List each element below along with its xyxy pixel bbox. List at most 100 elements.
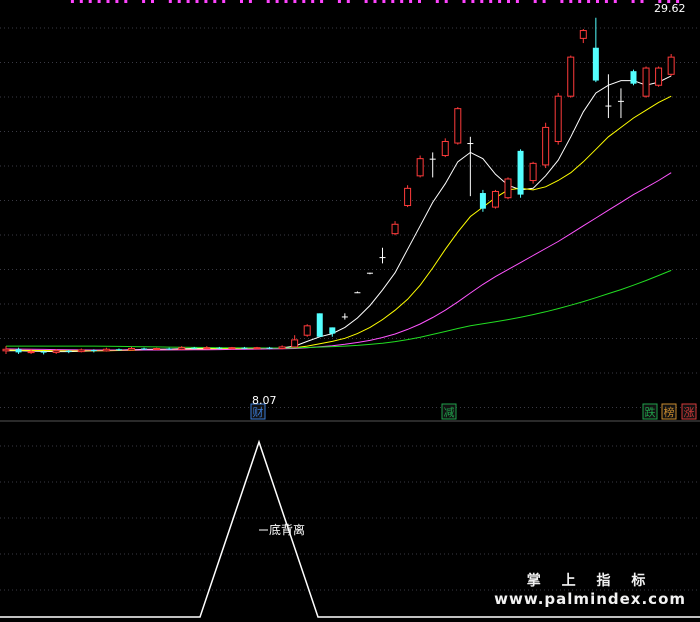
top-signal-mark: [302, 0, 306, 3]
candle-body: [291, 339, 299, 348]
ma-line: [5, 172, 672, 351]
candle-body: [491, 190, 499, 208]
top-signal-mark: [613, 0, 617, 3]
top-signal-mark: [222, 0, 226, 3]
candle-body: [253, 347, 261, 350]
top-signal-mark: [542, 0, 546, 3]
top-signal-mark: [533, 0, 537, 3]
top-signal-mark: [97, 0, 101, 3]
event-markers: 财 减 跌榜涨: [250, 403, 697, 420]
moving-average-lines: [5, 75, 672, 353]
top-signal-mark: [240, 0, 243, 3]
candle-body: [404, 187, 412, 207]
top-signal-mark: [88, 0, 92, 3]
candle-body: [592, 47, 599, 81]
candle-body: [341, 316, 348, 318]
candle-body: [102, 348, 110, 352]
candle-body: [153, 347, 161, 350]
top-signal-mark: [480, 0, 484, 3]
top-signal-mark: [515, 0, 519, 3]
candle-body: [354, 292, 361, 294]
candle-body: [329, 327, 336, 334]
event-marker-label: 跌: [645, 405, 656, 419]
top-signal-mark: [391, 0, 395, 3]
top-signal-mark: [462, 0, 466, 3]
candle-body: [77, 349, 85, 353]
top-signal-mark: [560, 0, 564, 3]
candle-body: [27, 351, 35, 354]
top-signal-mark: [409, 0, 413, 3]
top-signal-mark: [248, 0, 252, 3]
candle-body: [278, 346, 286, 349]
top-signal-mark: [364, 0, 368, 3]
candle-body: [379, 257, 386, 259]
top-signal-mark: [275, 0, 279, 3]
candle-body: [141, 348, 148, 350]
top-signal-marks: [70, 0, 680, 3]
top-signal-mark: [435, 0, 439, 3]
candle-body: [115, 349, 122, 351]
watermark-line2: www.palmindex.com: [494, 590, 686, 608]
candle-body: [90, 350, 97, 352]
top-signal-mark: [195, 0, 199, 3]
top-signal-mark: [168, 0, 172, 3]
top-signal-mark: [293, 0, 297, 3]
top-signal-mark: [177, 0, 181, 3]
candle-body: [303, 325, 311, 336]
candle-body: [517, 150, 524, 195]
candle-body: [630, 71, 637, 84]
candle-body: [655, 67, 663, 86]
candle-body: [266, 347, 273, 349]
top-signal-mark: [151, 0, 154, 3]
ma-line: [6, 75, 672, 353]
signal-label: 底背离: [269, 522, 305, 537]
candle-body: [567, 56, 575, 97]
top-signal-mark: [311, 0, 315, 3]
candle-body: [617, 100, 624, 102]
candle-body: [391, 223, 399, 235]
top-signal-mark: [142, 0, 146, 3]
top-signal-mark: [79, 0, 83, 3]
top-signal-mark: [382, 0, 386, 3]
top-signal-mark: [418, 0, 421, 3]
top-signal-mark: [284, 0, 288, 3]
top-signal-mark: [569, 0, 573, 3]
candle-body: [15, 349, 22, 353]
top-signal-mark: [346, 0, 350, 3]
candle-body: [366, 272, 373, 274]
candle-body: [216, 347, 223, 349]
candle-body: [241, 347, 248, 349]
top-signal-mark: [124, 0, 128, 3]
high-price-label: 29.62: [654, 2, 686, 15]
candle-body: [416, 158, 424, 177]
ma-line: [6, 269, 672, 349]
candle-body: [178, 347, 186, 350]
candle-body: [40, 351, 47, 353]
candle-body: [52, 350, 60, 353]
event-marker-label: 减: [444, 406, 455, 419]
top-signal-mark: [115, 0, 119, 3]
candle-body: [667, 56, 675, 75]
low-price-label: 8.07: [252, 394, 277, 407]
candle-body: [642, 67, 650, 97]
candle-body: [467, 143, 474, 145]
candle-body: [579, 30, 587, 39]
candle-body: [605, 105, 612, 107]
top-signal-mark: [320, 0, 324, 3]
ma-line: [5, 95, 672, 352]
candle-body: [479, 193, 486, 209]
candle-body: [454, 108, 462, 144]
top-signal-mark: [106, 0, 110, 3]
top-signal-mark: [587, 0, 591, 3]
candle-body: [554, 95, 562, 142]
top-signal-mark: [507, 0, 510, 3]
candle-body: [529, 162, 537, 182]
top-signal-mark: [186, 0, 190, 3]
candle-body: [128, 347, 135, 351]
top-signal-mark: [489, 0, 493, 3]
top-signal-mark: [640, 0, 644, 3]
top-signal-mark: [596, 0, 599, 3]
top-signal-mark: [400, 0, 404, 3]
candle-body: [228, 347, 236, 350]
top-signal-mark: [373, 0, 377, 3]
